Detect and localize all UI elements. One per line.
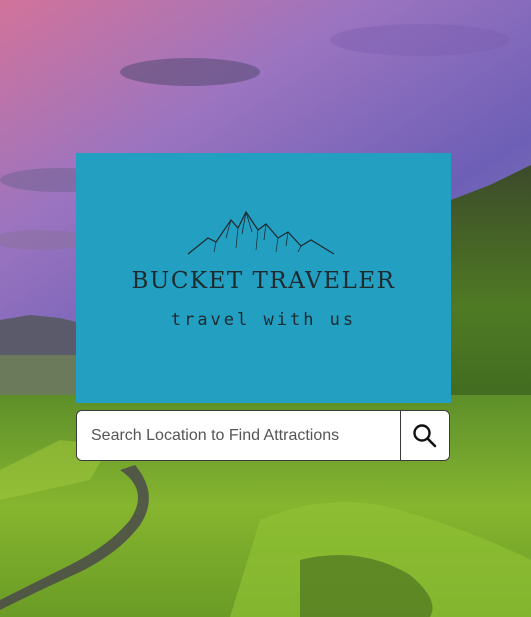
hero-section: BUCKET TRAVELER travel with us <box>0 0 531 617</box>
search-button[interactable] <box>400 411 449 460</box>
brand-tagline: travel with us <box>170 310 357 330</box>
brand-name: BUCKET TRAVELER <box>131 268 396 294</box>
mountain-logo-icon <box>187 210 335 255</box>
search-input[interactable] <box>77 411 400 460</box>
search-bar <box>76 410 450 461</box>
logo-card: BUCKET TRAVELER travel with us <box>76 153 451 403</box>
search-icon <box>413 423 437 447</box>
